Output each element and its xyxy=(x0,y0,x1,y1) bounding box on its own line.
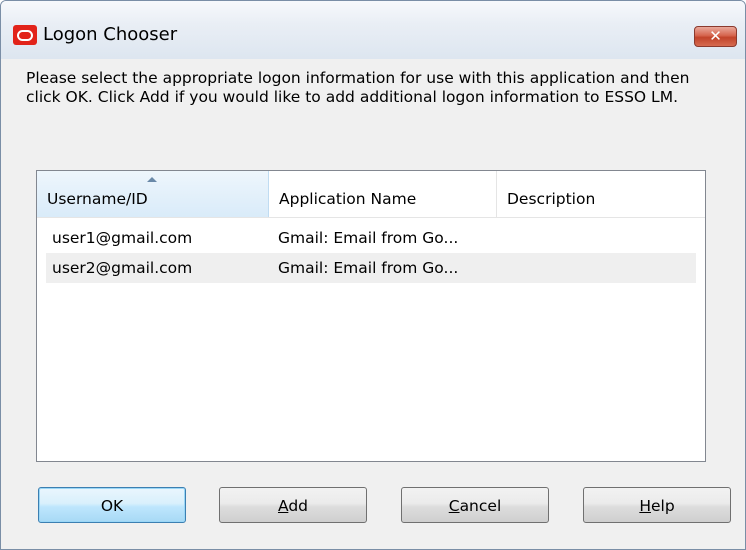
cell-username: user2@gmail.com xyxy=(52,259,193,277)
add-button[interactable]: Add xyxy=(219,487,367,523)
ok-button[interactable]: OK xyxy=(38,487,186,523)
close-icon: ✕ xyxy=(709,27,722,45)
cancel-button-label: Cancel xyxy=(448,497,502,515)
column-header-label: Description xyxy=(507,190,596,208)
close-button[interactable]: ✕ xyxy=(694,26,737,47)
logon-list[interactable]: Username/ID Application Name Description… xyxy=(36,170,706,462)
column-header-description[interactable]: Description xyxy=(497,171,705,217)
column-header-application[interactable]: Application Name xyxy=(269,171,497,217)
column-header-label: Application Name xyxy=(279,190,417,208)
cell-application: Gmail: Email from Go... xyxy=(278,259,459,277)
column-header-label: Username/ID xyxy=(47,190,148,208)
instructions-text: Please select the appropriate logon info… xyxy=(26,69,690,106)
sort-ascending-icon xyxy=(147,177,157,182)
cell-application: Gmail: Email from Go... xyxy=(278,229,459,247)
table-row[interactable]: user1@gmail.com Gmail: Email from Go... xyxy=(46,223,696,253)
column-header-username[interactable]: Username/ID xyxy=(37,171,269,217)
ok-button-label: OK xyxy=(100,497,124,515)
cell-username: user1@gmail.com xyxy=(52,229,193,247)
oracle-ring-shape xyxy=(17,30,33,41)
oracle-logo-icon xyxy=(13,25,37,45)
title-bar[interactable]: Logon Chooser ✕ xyxy=(1,1,745,59)
add-button-label: Add xyxy=(277,497,309,515)
list-header: Username/ID Application Name Description xyxy=(37,171,705,218)
table-row[interactable]: user2@gmail.com Gmail: Email from Go... xyxy=(46,253,696,283)
cancel-button[interactable]: Cancel xyxy=(401,487,549,523)
help-button-label: Help xyxy=(639,497,675,515)
window-title: Logon Chooser xyxy=(43,24,178,45)
help-button[interactable]: Help xyxy=(583,487,731,523)
